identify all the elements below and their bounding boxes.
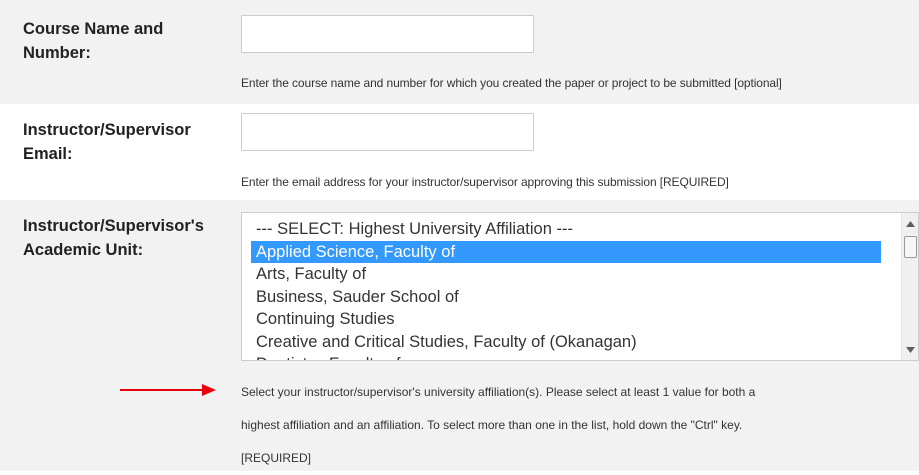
email-row: Instructor/Supervisor Email: Enter the e… [0,104,919,200]
academic-unit-options: --- SELECT: Highest University Affiliati… [251,218,881,360]
academic-unit-help-text: Select your instructor/supervisor's univ… [241,376,911,475]
academic-unit-option[interactable]: --- SELECT: Highest University Affiliati… [251,218,881,241]
academic-unit-option[interactable]: Creative and Critical Studies, Faculty o… [251,331,881,354]
course-row: Course Name and Number: Enter the course… [0,0,919,104]
scroll-down-icon[interactable] [902,341,918,358]
course-name-input[interactable] [241,15,534,53]
course-label-line1: Course Name and [23,20,164,38]
academic-unit-option-selected[interactable]: Applied Science, Faculty of [251,240,881,263]
email-label-line2: Email: [23,145,73,163]
academic-unit-option[interactable]: Dentistry, Faculty of [251,353,881,360]
academic-unit-option[interactable]: Continuing Studies [251,308,881,331]
scroll-up-icon[interactable] [902,215,918,232]
academic-unit-option[interactable]: Arts, Faculty of [251,263,881,286]
academic-unit-listbox[interactable]: --- SELECT: Highest University Affiliati… [241,212,919,361]
course-label: Course Name and Number: [23,17,163,65]
email-help-text: Enter the email address for your instruc… [241,175,729,189]
email-label-line1: Instructor/Supervisor [23,121,191,139]
academic-unit-help-line1: Select your instructor/supervisor's univ… [241,385,756,399]
listbox-scrollbar[interactable] [901,213,918,360]
scroll-thumb[interactable] [904,236,917,258]
course-help-text: Enter the course name and number for whi… [241,76,782,90]
academic-unit-label: Instructor/Supervisor's Academic Unit: [23,214,204,262]
academic-unit-label-line2: Academic Unit: [23,241,144,259]
academic-unit-option[interactable]: Business, Sauder School of [251,286,881,309]
academic-unit-help-line2: highest affiliation and an affiliation. … [241,418,743,432]
academic-unit-help-line3: [REQUIRED] [241,451,312,465]
instructor-email-input[interactable] [241,113,534,151]
email-label: Instructor/Supervisor Email: [23,118,191,166]
course-label-line2: Number: [23,44,91,62]
red-arrow-right-icon [120,384,216,396]
academic-unit-label-line1: Instructor/Supervisor's [23,217,204,235]
